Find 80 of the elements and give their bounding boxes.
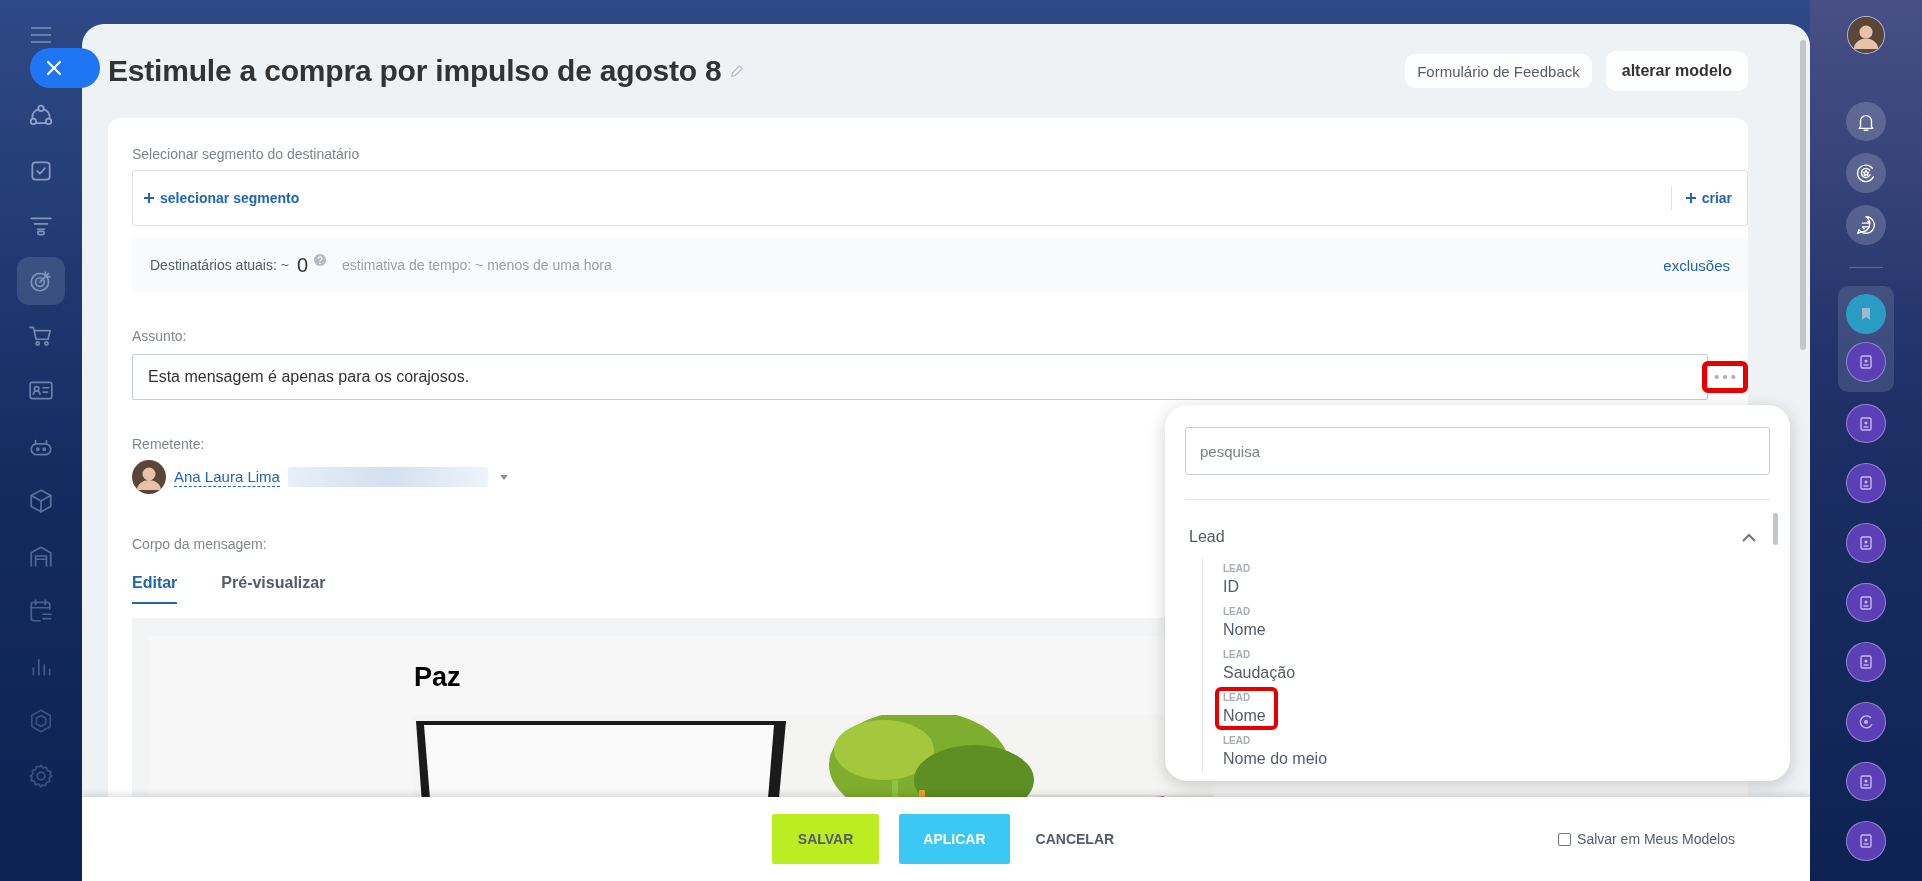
field-label: Selecionar segmento do destinatário bbox=[132, 146, 360, 162]
select-segment-link[interactable]: selecionar segmento bbox=[144, 190, 300, 206]
chat-button[interactable] bbox=[1846, 463, 1886, 504]
field-item[interactable]: LEAD Nome bbox=[1215, 601, 1278, 644]
cancel-button[interactable]: CANCELAR bbox=[1029, 814, 1121, 864]
chat-button[interactable] bbox=[1846, 523, 1886, 563]
contact-book-icon bbox=[1858, 594, 1874, 611]
chat-button[interactable] bbox=[1846, 582, 1886, 623]
sender-name-link[interactable]: Ana Laura Lima bbox=[174, 467, 280, 487]
hexagon-icon bbox=[28, 708, 54, 734]
plus-icon bbox=[144, 193, 154, 203]
contact-book-icon bbox=[1858, 654, 1874, 671]
cart-icon bbox=[28, 323, 54, 349]
field-item[interactable]: LEAD Nome bbox=[1215, 687, 1278, 730]
chevron-up-icon bbox=[1742, 532, 1756, 542]
box-icon bbox=[28, 488, 54, 514]
save-button[interactable]: SALVAR bbox=[771, 814, 880, 864]
field-name: Nome bbox=[1223, 620, 1266, 640]
subject-field[interactable]: Esta mensagem é apenas para os corajosos. bbox=[132, 354, 1708, 400]
round-button[interactable] bbox=[1846, 205, 1886, 245]
contact-book-icon bbox=[1858, 833, 1874, 850]
round-button[interactable] bbox=[1846, 101, 1886, 142]
create-link[interactable]: criar bbox=[1685, 190, 1732, 206]
field-category: LEAD bbox=[1223, 562, 1251, 576]
sidebar-item[interactable] bbox=[17, 257, 65, 305]
more-icon bbox=[1713, 374, 1737, 380]
checkbox-icon bbox=[28, 158, 54, 184]
field-category: LEAD bbox=[1223, 734, 1252, 748]
contact-book-icon bbox=[1858, 415, 1874, 432]
field-category: LEAD bbox=[1223, 648, 1252, 662]
contact-book-icon bbox=[1858, 773, 1874, 790]
recipients-label: Destinatários atuais: ~ bbox=[150, 257, 289, 273]
field-label: Remetente: bbox=[132, 436, 205, 452]
chat-button[interactable] bbox=[1846, 403, 1886, 444]
field-name: ID bbox=[1223, 577, 1240, 597]
field-item[interactable]: LEAD ID bbox=[1215, 558, 1263, 601]
field-item[interactable]: LEAD Nome do meio bbox=[1215, 730, 1340, 773]
scrollbar[interactable] bbox=[1773, 513, 1778, 545]
calendar-icon bbox=[28, 598, 54, 624]
field-name: Nome bbox=[1223, 706, 1266, 726]
chat-button[interactable] bbox=[1846, 341, 1886, 382]
chat-button[interactable] bbox=[1846, 642, 1886, 683]
avatar bbox=[132, 460, 166, 494]
chat-button[interactable] bbox=[1846, 821, 1886, 862]
avatar[interactable] bbox=[1847, 16, 1885, 54]
field-label: Corpo da mensagem: bbox=[132, 536, 267, 552]
menu-icon[interactable] bbox=[30, 26, 52, 44]
tab[interactable]: Pré-visualizar bbox=[221, 574, 326, 604]
exclusions-link[interactable]: exclusões bbox=[1663, 256, 1730, 274]
checkbox[interactable] bbox=[1558, 832, 1572, 846]
field-category: LEAD bbox=[1223, 605, 1252, 619]
contact-book-icon bbox=[1858, 475, 1874, 492]
recipients-count: 0 bbox=[296, 253, 309, 277]
email-heading: Paz bbox=[414, 662, 461, 693]
scrollbar[interactable] bbox=[1800, 40, 1806, 350]
contact-book-icon bbox=[1858, 353, 1874, 370]
chat-button[interactable] bbox=[1846, 702, 1886, 742]
field-label: Assunto: bbox=[132, 328, 187, 344]
page-title: Estimule a compra por impulso de agosto 8 bbox=[108, 54, 722, 88]
time-estimate: estimativa de tempo: ~ menos de uma hora bbox=[342, 257, 612, 273]
group-header[interactable]: Lead bbox=[1185, 500, 1770, 558]
close-icon bbox=[46, 60, 62, 76]
checkbox-label: Salvar em Meus Modelos bbox=[1577, 831, 1735, 847]
field-category: LEAD bbox=[1223, 691, 1252, 705]
contact-book-icon bbox=[1858, 534, 1874, 551]
chat-button[interactable] bbox=[1846, 761, 1886, 802]
tab[interactable]: Editar bbox=[132, 574, 178, 604]
close-button[interactable] bbox=[30, 48, 100, 88]
caret-icon[interactable] bbox=[499, 474, 508, 480]
feedback-button[interactable]: Formulário de Feedback bbox=[1405, 54, 1592, 88]
segment-field[interactable]: selecionar segmento criar bbox=[132, 170, 1748, 226]
gear-icon bbox=[28, 763, 54, 789]
change-template-button[interactable]: alterar modelo bbox=[1605, 51, 1748, 91]
field-item[interactable]: LEAD Saudação bbox=[1215, 644, 1308, 687]
round-button[interactable] bbox=[1846, 153, 1886, 194]
field-name: Nome do meio bbox=[1223, 749, 1328, 769]
field-name: Saudação bbox=[1223, 663, 1296, 683]
plus-icon bbox=[1685, 193, 1696, 203]
chat-button[interactable] bbox=[1846, 293, 1886, 334]
search-field[interactable]: pesquisa bbox=[1185, 427, 1770, 475]
